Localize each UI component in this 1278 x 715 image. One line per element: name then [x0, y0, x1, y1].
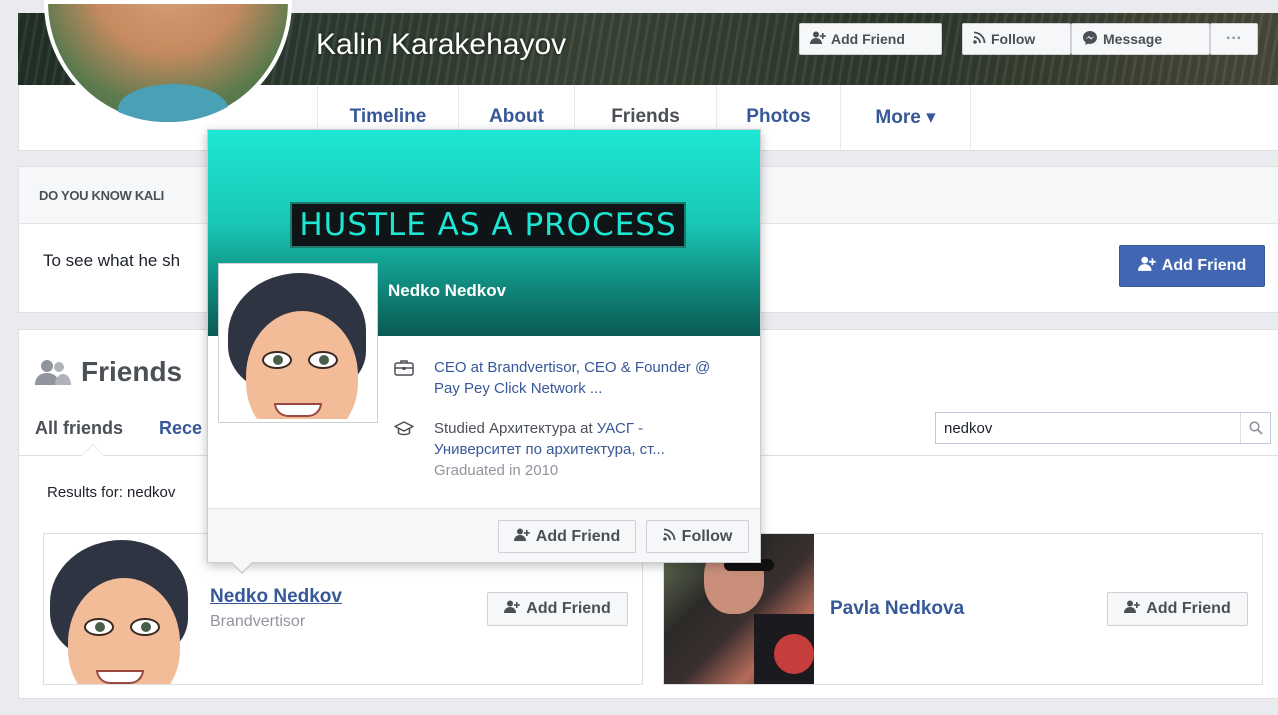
profile-name[interactable]: Kalin Karakehayov — [316, 28, 566, 62]
graduated-label: Graduated in 2010 — [434, 462, 559, 479]
left-gutter — [0, 0, 6, 715]
add-friend-icon — [1124, 600, 1141, 618]
friends-heading: Friends — [35, 356, 182, 388]
friends-tabs: All friends Rece — [35, 418, 202, 439]
work-link[interactable]: CEO at — [434, 359, 487, 376]
hovercard-education: Studied Архитектура at УАСГ - Университе… — [394, 418, 734, 481]
more-options-button[interactable]: ··· — [1210, 23, 1258, 55]
portrait-eye — [308, 351, 338, 369]
add-friend-icon — [513, 528, 530, 546]
add-friend-icon — [810, 31, 826, 47]
hovercard-name[interactable]: Nedko Nedkov — [388, 281, 506, 301]
cartoon-portrait — [222, 267, 374, 419]
friend-name-link[interactable]: Pavla Nedkova — [830, 598, 964, 620]
friend-avatar[interactable] — [44, 534, 194, 684]
hovercard-add-friend-button[interactable]: Add Friend — [498, 520, 636, 553]
messenger-icon — [1082, 30, 1098, 49]
rss-follow-icon — [973, 31, 986, 47]
add-friend-label: Add Friend — [526, 600, 611, 617]
add-friend-label: Add Friend — [831, 31, 905, 47]
hovercard-actions: Add Friend Follow — [208, 508, 760, 562]
follow-label: Follow — [991, 31, 1036, 47]
photo-shirt-print — [774, 634, 814, 674]
add-friend-primary-button[interactable]: Add Friend — [1119, 245, 1265, 287]
profile-shirt — [118, 84, 228, 122]
follow-label: Follow — [681, 527, 733, 545]
briefcase-icon — [394, 359, 416, 377]
add-friend-icon — [1137, 256, 1156, 276]
hovercard-work: CEO at Brandvertisor, CEO & Founder @ Pa… — [394, 357, 734, 399]
friend-name-link[interactable]: Nedko Nedkov — [210, 586, 342, 608]
message-label: Message — [1103, 31, 1163, 47]
friends-icon — [35, 358, 71, 386]
studied-label: Studied Архитектура at — [434, 420, 597, 437]
tab-all-friends[interactable]: All friends — [35, 418, 123, 439]
follow-button[interactable]: Follow — [962, 23, 1071, 55]
graduation-cap-icon — [394, 420, 416, 438]
add-friend-label: Add Friend — [1146, 600, 1231, 617]
portrait-mouth — [274, 403, 322, 417]
tab-recent[interactable]: Rece — [159, 418, 202, 439]
search-icon[interactable] — [1240, 413, 1270, 443]
active-tab-caret — [81, 444, 105, 456]
add-friend-button[interactable]: Add Friend — [487, 592, 628, 626]
search-results-label: Results for: nedkov — [47, 484, 176, 501]
profile-hovercard: HUSTLE AS A PROCESS Nedko Nedkov CEO at … — [207, 129, 761, 574]
hovercard-pointer — [230, 561, 254, 574]
add-friend-button[interactable]: Add Friend — [1107, 592, 1248, 626]
message-button[interactable]: Message — [1071, 23, 1210, 55]
cartoon-portrait — [44, 534, 194, 684]
add-friend-icon — [504, 600, 521, 618]
friends-search[interactable]: nedkov — [935, 412, 1271, 444]
rss-follow-icon — [662, 528, 676, 546]
company-link[interactable]: Brandvertisor — [487, 359, 575, 376]
hovercard-avatar[interactable] — [218, 263, 378, 423]
friends-title: Friends — [81, 356, 183, 387]
add-friend-button[interactable]: Add Friend — [799, 23, 942, 55]
add-friend-label: Add Friend — [535, 527, 621, 545]
hovercard-banner: HUSTLE AS A PROCESS — [290, 202, 686, 248]
tab-more[interactable]: More ▾ — [841, 85, 971, 149]
portrait-eye — [84, 618, 114, 636]
do-you-know-text: To see what he sh — [43, 251, 181, 270]
portrait-eye — [262, 351, 292, 369]
portrait-mouth — [96, 670, 144, 684]
hovercard-follow-button[interactable]: Follow — [646, 520, 749, 553]
portrait-eye — [130, 618, 160, 636]
friend-subtitle: Brandvertisor — [210, 613, 306, 630]
search-input[interactable]: nedkov — [936, 420, 1240, 437]
add-friend-label: Add Friend — [1161, 257, 1247, 274]
